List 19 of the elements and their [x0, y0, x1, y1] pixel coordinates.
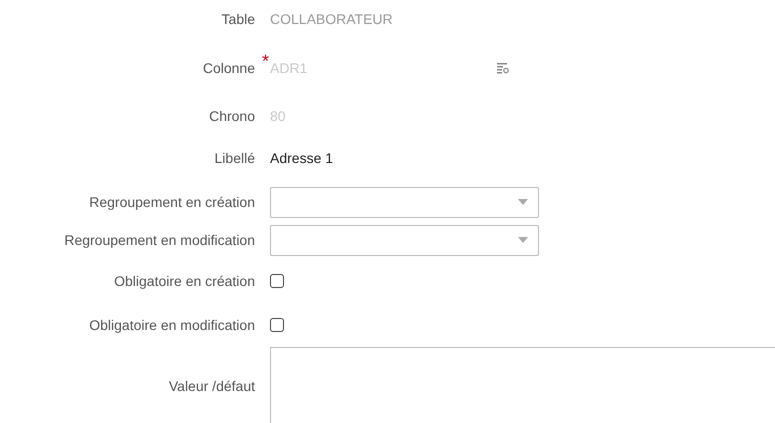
field-label: Regroupement en création — [88, 194, 255, 210]
checkbox[interactable] — [270, 274, 284, 288]
dropdown-field[interactable] — [270, 186, 539, 218]
list-search-icon[interactable] — [497, 62, 510, 74]
field-label: Valeur /défaut — [168, 378, 255, 394]
field-value: COLLABORATEUR — [270, 11, 393, 27]
required-mark: * — [262, 52, 270, 70]
checkbox[interactable] — [270, 318, 284, 332]
field-value: Adresse 1 — [270, 150, 334, 166]
field-label: Obligatoire en création — [113, 273, 255, 289]
field-label: Colonne — [202, 60, 255, 76]
dropdown-field[interactable] — [270, 224, 539, 256]
caret-icon — [518, 199, 528, 205]
field-label: Regroupement en modification — [63, 232, 255, 248]
field-label: Table — [220, 11, 255, 27]
field-label: Libellé — [214, 150, 255, 166]
caret-icon — [518, 237, 528, 243]
field-label: Chrono — [208, 108, 255, 124]
field-label: Obligatoire en modification — [88, 317, 255, 333]
